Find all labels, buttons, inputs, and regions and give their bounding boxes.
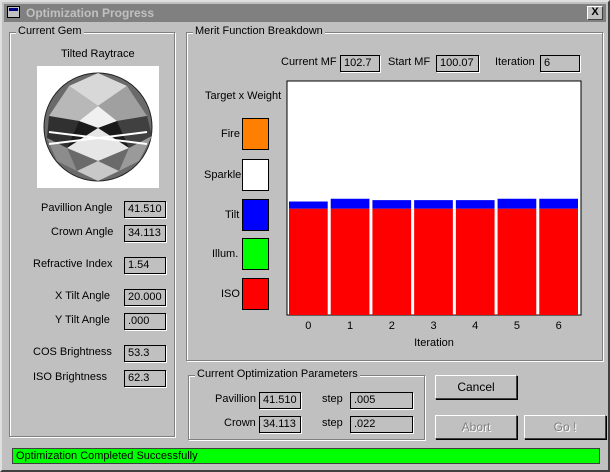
legend-label: Fire xyxy=(221,128,240,140)
legend-swatch-sparkle xyxy=(242,159,269,191)
legend-label: Illum. xyxy=(212,248,239,260)
legend-label: ISO xyxy=(221,288,240,300)
start-mf-value: 100.07 xyxy=(436,55,479,72)
gem-field-label: Y Tilt Angle xyxy=(55,314,110,326)
bar-iso-iter-3 xyxy=(414,208,453,315)
chart-x-axis-title: Iteration xyxy=(414,337,454,349)
x-tick-label: 2 xyxy=(389,320,395,332)
bar-tilt-iter-5 xyxy=(497,198,537,209)
legend-swatch-illum xyxy=(242,238,269,270)
title-bar: Optimization Progress X xyxy=(4,4,606,22)
go-button[interactable]: Go ! xyxy=(524,415,606,439)
status-bar: Optimization Completed Successfully xyxy=(12,448,600,464)
raytrace-caption: Tilted Raytrace xyxy=(61,48,135,60)
bar-iso-iter-5 xyxy=(497,208,537,315)
bar-iso-iter-6 xyxy=(539,208,578,315)
crown-label: Crown xyxy=(224,417,256,429)
x-tick-label: 3 xyxy=(430,320,436,332)
gem-field-value: 53.3 xyxy=(124,345,166,362)
bar-tilt-iter-3 xyxy=(414,200,453,209)
pavillion-label: Pavillion xyxy=(215,393,256,405)
iteration-value: 6 xyxy=(540,55,580,72)
pavillion-step-value: .005 xyxy=(350,392,413,409)
window-title: Optimization Progress xyxy=(26,6,155,20)
bar-iso-iter-0 xyxy=(289,208,328,315)
x-tick-label: 5 xyxy=(514,320,520,332)
target-weight-label: Target x Weight xyxy=(205,90,282,102)
gem-raytrace-render xyxy=(43,72,153,182)
legend-swatch-fire xyxy=(242,118,269,150)
optimization-params-group: Current Optimization Parameters Pavillio… xyxy=(188,368,425,440)
abort-button[interactable]: Abort xyxy=(435,415,517,439)
x-tick-label: 6 xyxy=(556,320,562,332)
current-mf-label: Current MF xyxy=(281,56,337,68)
gem-field-label: Pavillion Angle xyxy=(41,202,113,214)
crown-step-label: step xyxy=(322,417,343,429)
close-button[interactable]: X xyxy=(587,6,603,20)
bar-tilt-iter-0 xyxy=(289,201,328,209)
x-tick-label: 0 xyxy=(305,320,311,332)
legend-swatch-iso xyxy=(242,278,269,310)
x-tick-label: 1 xyxy=(347,320,353,332)
crown-step-value: .022 xyxy=(350,416,413,433)
legend-label: Sparkle xyxy=(204,169,242,181)
merit-function-label: Merit Function Breakdown xyxy=(193,25,325,37)
gem-field-label: ISO Brightness xyxy=(33,371,107,383)
legend-swatch-tilt xyxy=(242,199,269,231)
bar-iso-iter-2 xyxy=(372,208,412,315)
bar-tilt-iter-6 xyxy=(539,198,578,209)
raytrace-image xyxy=(37,66,159,188)
gem-field-value: 62.3 xyxy=(124,370,166,387)
optimization-progress-window: Optimization Progress X Current Gem Tilt… xyxy=(0,0,610,472)
gem-field-value: 20.000 xyxy=(124,289,166,306)
legend-label: Tilt xyxy=(225,209,240,221)
current-gem-label: Current Gem xyxy=(16,25,84,37)
gem-field-label: Crown Angle xyxy=(51,226,114,238)
iteration-label: Iteration xyxy=(495,56,535,68)
bar-tilt-iter-2 xyxy=(372,200,412,209)
crown-value: 34.113 xyxy=(259,416,301,433)
gem-field-value: 41.510 xyxy=(124,201,166,218)
bar-iso-iter-1 xyxy=(330,208,370,315)
gem-field-label: COS Brightness xyxy=(33,346,112,358)
bar-iso-iter-4 xyxy=(455,208,495,315)
pavillion-step-label: step xyxy=(322,393,343,405)
gem-field-value: 1.54 xyxy=(124,257,166,274)
pavillion-value: 41.510 xyxy=(259,392,301,409)
gem-field-label: X Tilt Angle xyxy=(55,290,111,302)
gem-field-value: 34.113 xyxy=(124,225,166,242)
merit-function-group: Merit Function Breakdown Current MF 102.… xyxy=(186,25,603,361)
start-mf-label: Start MF xyxy=(388,56,431,68)
optimization-params-label: Current Optimization Parameters xyxy=(195,368,360,380)
merit-chart: 0 1 2 3 4 5 6 Iteration xyxy=(286,80,582,349)
current-mf-value: 102.7 xyxy=(340,55,380,72)
gem-field-label: Refractive Index xyxy=(33,258,113,270)
current-gem-group: Current Gem Tilted Raytrace Pavillion An… xyxy=(9,25,175,437)
bar-tilt-iter-1 xyxy=(330,198,370,209)
x-tick-label: 4 xyxy=(472,320,478,332)
gem-field-value: .000 xyxy=(124,313,166,330)
window-app-icon xyxy=(7,6,20,18)
bar-tilt-iter-4 xyxy=(455,200,495,209)
cancel-button[interactable]: Cancel xyxy=(435,375,517,399)
